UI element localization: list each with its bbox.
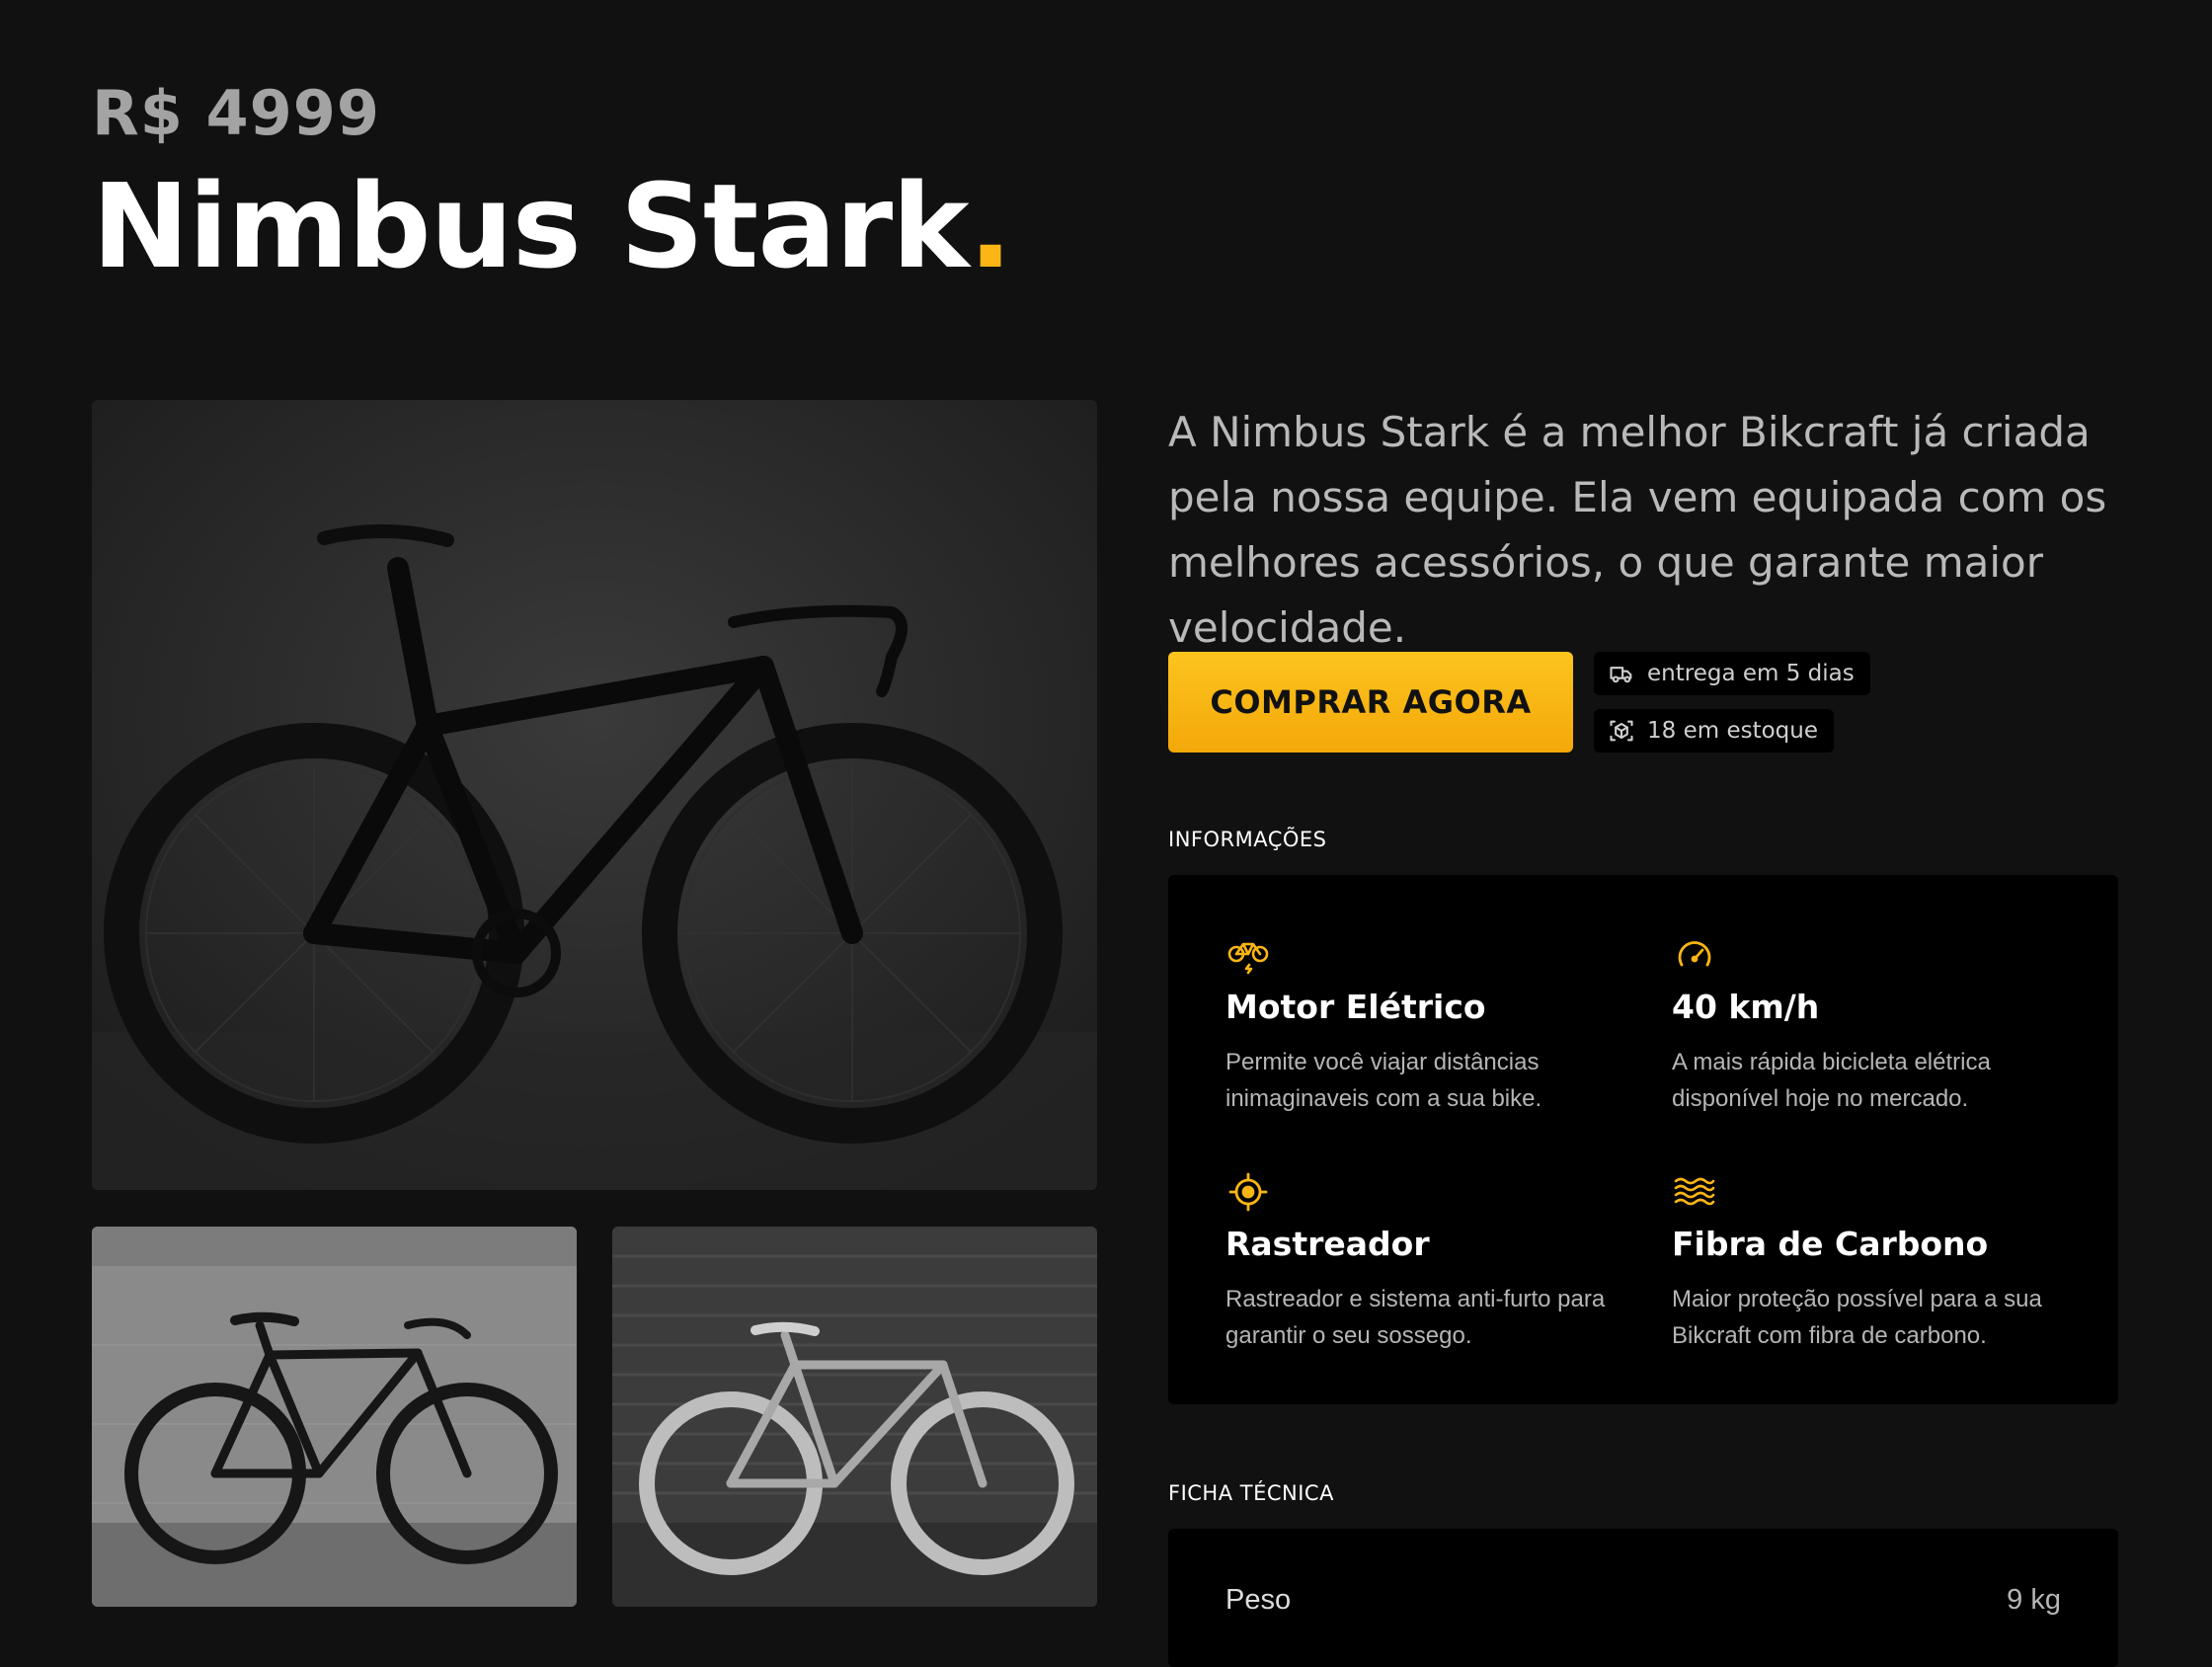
feature-title: Rastreador [1225, 1225, 1430, 1263]
tech-panel: Peso 9 kg [1168, 1529, 2118, 1667]
product-title: Nimbus Stark. [92, 158, 1013, 294]
stock-badge: 18 em estoque [1594, 709, 1834, 753]
feature-title: Fibra de Carbono [1672, 1225, 1989, 1263]
product-photo-main[interactable] [92, 400, 1097, 1190]
feature-carbon: Fibra de Carbono Maior proteção possível… [1672, 1169, 2067, 1354]
bike-icon [1227, 942, 1269, 975]
tech-row: Peso 9 kg [1225, 1584, 2061, 1617]
delivery-badge: entrega em 5 dias [1594, 652, 1870, 695]
product-title-text: Nimbus Stark [92, 158, 970, 294]
feature-motor: Motor Elétrico Permite você viajar distâ… [1225, 932, 1620, 1117]
tech-row-label: Peso [1225, 1584, 1292, 1616]
feature-text: Permite você viajar distâncias inimagina… [1225, 1049, 1542, 1112]
feature-text: Rastreador e sistema anti-furto para gar… [1225, 1286, 1606, 1349]
tech-row-value: 9 kg [2007, 1584, 2061, 1616]
feature-text: A mais rápida bicicleta elétrica disponí… [1672, 1049, 1991, 1112]
feature-speed: 40 km/h A mais rápida bicicleta elétrica… [1672, 932, 2067, 1117]
product-photo-thumb-1[interactable] [92, 1227, 577, 1607]
info-section-title: INFORMAÇÕES [1168, 828, 1327, 851]
feature-tracker: Rastreador Rastreador e sistema anti-fur… [1225, 1169, 1620, 1354]
tech-section-title: FICHA TÉCNICA [1168, 1481, 1334, 1505]
info-panel: Motor Elétrico Permite você viajar distâ… [1168, 875, 2118, 1404]
buy-now-button[interactable]: COMPRAR AGORA [1168, 652, 1573, 753]
box-icon [1610, 720, 1633, 742]
delivery-text: entrega em 5 dias [1647, 661, 1855, 686]
product-price: R$ 4999 [92, 77, 381, 149]
feature-title: Motor Elétrico [1225, 988, 1486, 1026]
feature-title: 40 km/h [1672, 988, 1820, 1026]
product-photo-thumb-2[interactable] [612, 1227, 1097, 1607]
truck-icon [1610, 667, 1632, 683]
stock-text: 18 em estoque [1647, 718, 1818, 744]
title-accent-dot: . [968, 158, 1013, 294]
product-description: A Nimbus Stark é a melhor Bikcraft já cr… [1168, 408, 2107, 652]
speedometer-icon [1678, 941, 1711, 967]
feature-text: Maior proteção possível para a sua Bikcr… [1672, 1286, 2042, 1349]
crosshair-icon [1228, 1172, 1268, 1212]
waves-icon [1674, 1177, 1715, 1206]
